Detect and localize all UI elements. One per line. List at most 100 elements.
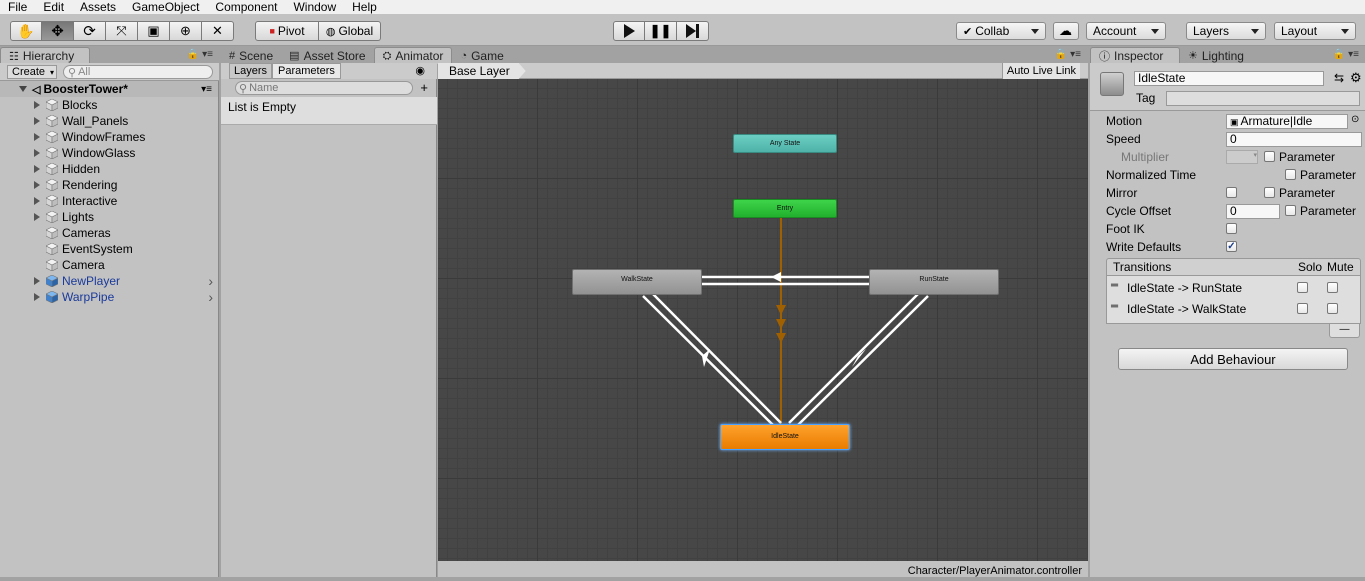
state-idle[interactable]: IdleState — [720, 424, 850, 450]
account-dropdown[interactable]: Account — [1086, 22, 1166, 40]
menu-component[interactable]: Component — [207, 1, 285, 13]
hierarchy-search-input[interactable]: ⚲ All — [63, 65, 213, 79]
speed-field[interactable]: 0 — [1226, 132, 1362, 147]
hierarchy-item[interactable]: Rendering — [0, 177, 218, 193]
mirror-checkbox[interactable] — [1226, 187, 1237, 198]
multiplier-dropdown[interactable]: ▾ — [1226, 150, 1258, 164]
menu-file[interactable]: File — [0, 1, 35, 13]
open-prefab-arrow-icon[interactable]: › — [208, 273, 213, 289]
move-tool-button[interactable]: ✥ — [42, 21, 74, 41]
solo-checkbox[interactable] — [1297, 282, 1308, 293]
multiplier-parameter-checkbox[interactable] — [1264, 151, 1275, 162]
breadcrumb-base-layer[interactable]: Base Layer — [438, 63, 526, 79]
write-defaults-checkbox[interactable]: ✓ — [1226, 241, 1237, 252]
foot-ik-checkbox[interactable] — [1226, 223, 1237, 234]
hierarchy-item[interactable]: EventSystem — [0, 241, 218, 257]
tab-inspector[interactable]: ⓘ Inspector — [1090, 47, 1180, 64]
transition-idle-walk[interactable] — [651, 292, 782, 424]
menu-help[interactable]: Help — [344, 1, 385, 13]
tab-scene[interactable]: # Scene — [221, 47, 281, 64]
eye-icon[interactable]: ◉ — [415, 64, 425, 77]
rect-tool-button[interactable]: ▣ — [138, 21, 170, 41]
add-parameter-icon[interactable]: + — [420, 80, 428, 95]
menu-gameobject[interactable]: GameObject — [124, 1, 207, 13]
layout-dropdown[interactable]: Layout — [1274, 22, 1356, 40]
panel-menu-icon[interactable]: 🔒 ▾≡ — [187, 49, 213, 60]
hierarchy-item[interactable]: Cameras — [0, 225, 218, 241]
hierarchy-item[interactable]: Hidden — [0, 161, 218, 177]
transition-row[interactable]: ═ IdleState -> RunState — [1107, 278, 1360, 298]
create-dropdown[interactable]: Create ▾ — [7, 65, 57, 79]
panel-menu-icon[interactable]: 🔒 ▾≡ — [1055, 49, 1081, 60]
object-picker-icon[interactable]: ⊙ — [1351, 114, 1359, 125]
state-entry[interactable]: Entry — [733, 199, 837, 218]
expand-arrow-icon[interactable] — [34, 197, 40, 205]
cycle-offset-field[interactable]: 0 — [1226, 204, 1280, 219]
layers-dropdown[interactable]: Layers — [1186, 22, 1266, 40]
play-button[interactable] — [613, 21, 645, 41]
state-walk[interactable]: WalkState — [572, 269, 702, 295]
custom-tool-button[interactable]: ✕ — [202, 21, 234, 41]
expand-arrow-icon[interactable] — [34, 213, 40, 221]
hierarchy-item[interactable]: Interactive — [0, 193, 218, 209]
collab-dropdown[interactable]: ✔ Collab — [956, 22, 1046, 40]
expand-arrow-icon[interactable] — [34, 117, 40, 125]
rotate-tool-button[interactable]: ⟳ — [74, 21, 106, 41]
remove-transition-button[interactable]: — — [1329, 324, 1360, 338]
pivot-button[interactable]: ■ Pivot — [255, 21, 319, 41]
hierarchy-item[interactable]: WindowGlass — [0, 145, 218, 161]
cycle-offset-parameter-checkbox[interactable] — [1285, 205, 1296, 216]
transition-row[interactable]: ═ IdleState -> WalkState — [1107, 299, 1360, 319]
expand-arrow-icon[interactable] — [34, 293, 40, 301]
hand-tool-button[interactable]: ✋ — [10, 21, 42, 41]
solo-checkbox[interactable] — [1297, 303, 1308, 314]
state-any-state[interactable]: Any State — [733, 134, 837, 153]
tag-field[interactable] — [1166, 91, 1360, 106]
hierarchy-item[interactable]: Camera — [0, 257, 218, 273]
hierarchy-item[interactable]: NewPlayer › — [0, 273, 218, 289]
open-prefab-arrow-icon[interactable]: › — [208, 289, 213, 305]
tab-layers[interactable]: Layers — [229, 63, 273, 79]
hierarchy-item[interactable]: WarpPipe › — [0, 289, 218, 305]
transition-run-idle[interactable] — [788, 292, 920, 424]
drag-handle-icon[interactable]: ═ — [1111, 280, 1118, 291]
expand-arrow-icon[interactable] — [34, 181, 40, 189]
tab-game[interactable]: ◔ Game — [452, 47, 511, 64]
tab-asset-store[interactable]: ▤ Asset Store — [281, 47, 373, 64]
motion-field[interactable]: ▣ Armature|Idle — [1226, 114, 1348, 129]
auto-live-link-toggle[interactable]: Auto Live Link — [1001, 63, 1080, 79]
scale-tool-button[interactable]: ⤧ — [106, 21, 138, 41]
transform-tool-button[interactable]: ⊕ — [170, 21, 202, 41]
mirror-parameter-checkbox[interactable] — [1264, 187, 1275, 198]
hierarchy-item[interactable]: WindowFrames — [0, 129, 218, 145]
cloud-button[interactable]: ☁ — [1053, 22, 1079, 40]
expand-arrow-icon[interactable] — [34, 133, 40, 141]
expand-arrow-icon[interactable] — [34, 101, 40, 109]
parameter-search-input[interactable]: ⚲ Name — [235, 81, 413, 95]
step-button[interactable] — [677, 21, 709, 41]
animator-graph[interactable]: Any State Entry WalkState RunState IdleS… — [438, 79, 1088, 561]
transition-idle-run[interactable] — [797, 295, 929, 426]
gear-icon[interactable]: ⚙ — [1350, 70, 1362, 86]
settings-sliders-icon[interactable]: ⇆ — [1334, 71, 1344, 85]
expand-arrow-icon[interactable] — [34, 149, 40, 157]
panel-menu-icon[interactable]: 🔒 ▾≡ — [1333, 49, 1359, 60]
hierarchy-item[interactable]: Wall_Panels — [0, 113, 218, 129]
mute-checkbox[interactable] — [1327, 282, 1338, 293]
pause-button[interactable]: ❚❚ — [645, 21, 677, 41]
transition-walk-idle[interactable] — [642, 295, 774, 426]
tab-lighting[interactable]: ☀ Lighting — [1180, 47, 1252, 64]
scene-row[interactable]: ◁ BoosterTower* ▾≡ — [0, 81, 218, 97]
hierarchy-item[interactable]: Lights — [0, 209, 218, 225]
expand-arrow-icon[interactable] — [19, 86, 27, 92]
menu-assets[interactable]: Assets — [72, 1, 124, 13]
menu-edit[interactable]: Edit — [35, 1, 72, 13]
tab-animator[interactable]: ⛭ Animator — [373, 47, 453, 64]
expand-arrow-icon[interactable] — [34, 277, 40, 285]
add-behaviour-button[interactable]: Add Behaviour — [1118, 348, 1348, 370]
scene-menu-icon[interactable]: ▾≡ — [201, 84, 212, 95]
menu-window[interactable]: Window — [285, 1, 344, 13]
transition-entry-idle[interactable] — [776, 217, 786, 426]
tab-parameters[interactable]: Parameters — [272, 63, 341, 79]
mute-checkbox[interactable] — [1327, 303, 1338, 314]
